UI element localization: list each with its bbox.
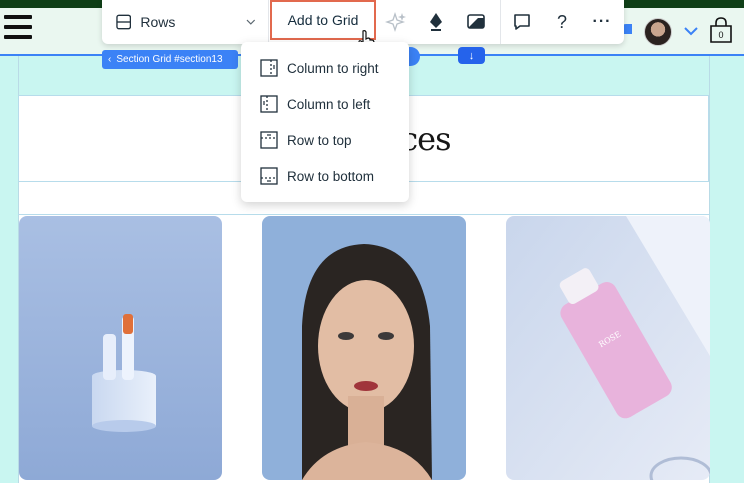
- menu-item-label: Column to left: [287, 96, 371, 112]
- comment-icon: [514, 14, 530, 30]
- row-top-icon: [260, 131, 278, 149]
- help-button[interactable]: ?: [551, 0, 573, 44]
- paint-drop-icon: [430, 13, 442, 31]
- menu-icon[interactable]: [4, 15, 32, 43]
- portrait-image[interactable]: [262, 216, 466, 480]
- chevron-down-icon[interactable]: [684, 27, 698, 36]
- background-button[interactable]: [464, 0, 488, 44]
- ai-sparkle-button[interactable]: [384, 0, 408, 44]
- add-to-grid-label: Add to Grid: [287, 12, 359, 28]
- sparkle-icon: [385, 11, 406, 33]
- comment-button[interactable]: [510, 0, 534, 44]
- menu-item-label: Column to right: [287, 60, 379, 76]
- menu-item-label: Row to bottom: [287, 168, 375, 184]
- column-left-icon: [260, 95, 278, 113]
- chevron-down-icon: [246, 19, 256, 25]
- bottle-image[interactable]: ROSE: [506, 216, 710, 480]
- chevron-left-icon: ‹: [108, 54, 112, 65]
- row-bottom-icon: [260, 167, 278, 185]
- more-actions-button[interactable]: ···: [590, 0, 614, 44]
- column-right-icon: [260, 59, 278, 77]
- svg-text:0: 0: [718, 30, 723, 40]
- move-down-button[interactable]: ↓: [458, 47, 485, 64]
- lipstick-image[interactable]: [19, 216, 222, 480]
- grid-row-line: [18, 214, 710, 215]
- background-icon: [467, 14, 485, 29]
- breadcrumb-label: Section Grid #section13: [116, 54, 223, 65]
- layout-label: Rows: [140, 14, 176, 30]
- avatar[interactable]: [644, 18, 672, 46]
- menu-item-column-left[interactable]: Column to left: [241, 86, 409, 122]
- add-to-grid-menu: Column to right Column to left Row to to…: [241, 42, 409, 202]
- rows-icon: [116, 14, 132, 30]
- menu-item-label: Row to top: [287, 132, 352, 148]
- menu-item-column-right[interactable]: Column to right: [241, 50, 409, 86]
- design-button[interactable]: [424, 0, 448, 44]
- cart-icon[interactable]: 0: [709, 17, 733, 44]
- layout-dropdown[interactable]: Rows: [116, 0, 256, 44]
- menu-item-row-top[interactable]: Row to top: [241, 122, 409, 158]
- menu-item-row-bottom[interactable]: Row to bottom: [241, 158, 409, 194]
- breadcrumb[interactable]: ‹ Section Grid #section13: [102, 50, 238, 69]
